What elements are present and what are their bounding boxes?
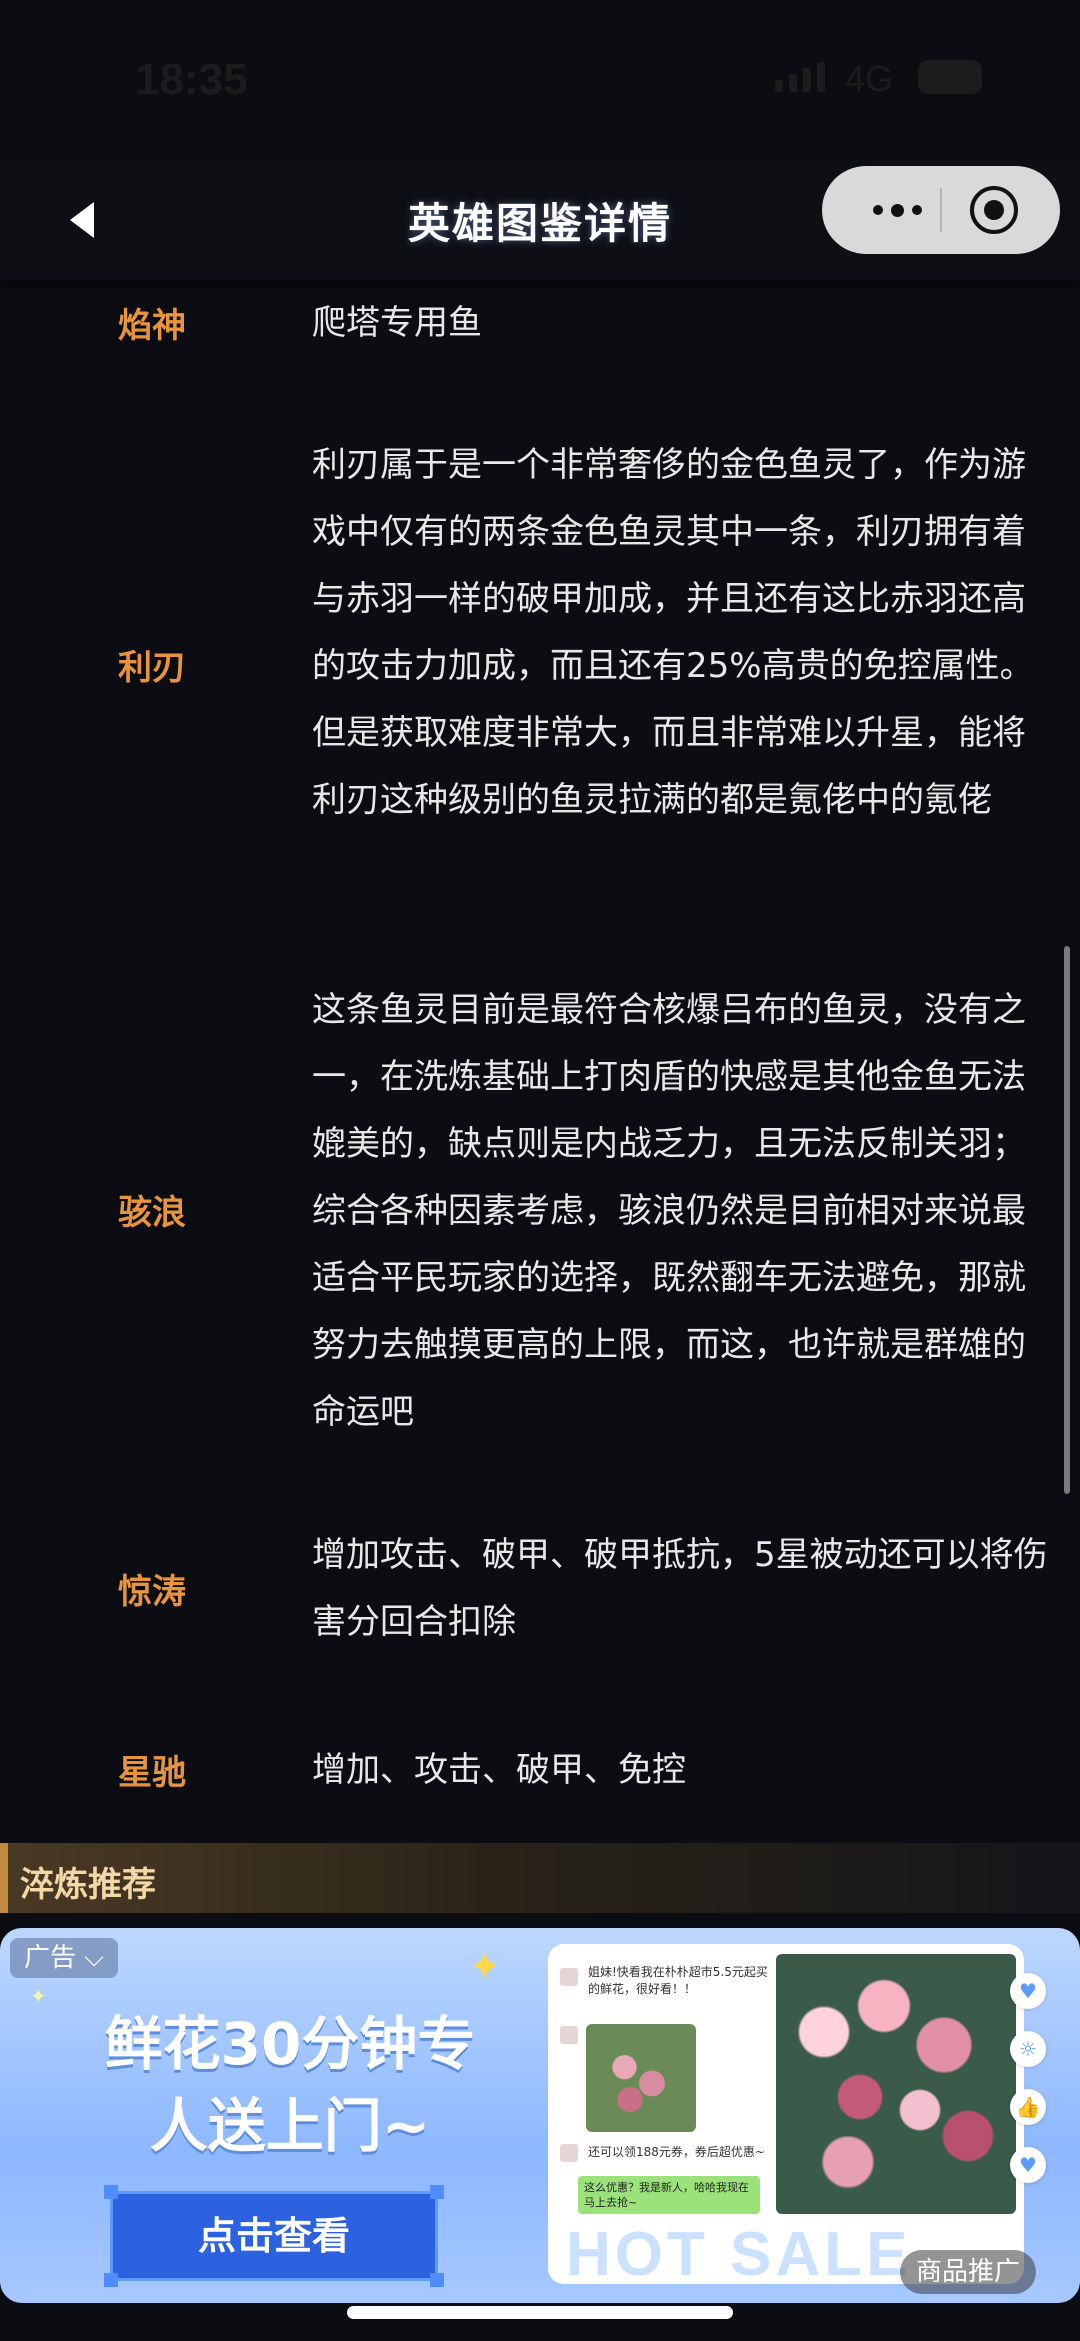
avatar [560,1968,578,1986]
ad-view-button[interactable]: 点击查看 [104,2185,444,2287]
heart-icon: ♥ [1010,1973,1046,2009]
fish-name: 利刃 [118,648,186,688]
fish-description: 这条鱼灵目前是最符合核爆吕布的鱼灵，没有之一，在洗炼基础上打肉盾的快感是其他金鱼… [312,990,1026,1432]
heart-icon: ♥ [1010,2147,1046,2183]
fish-description: 增加、攻击、破甲、免控 [312,1750,686,1790]
section-accent-bar [0,1843,8,1913]
battery-icon [918,60,982,94]
signal-icon [775,62,825,92]
status-bar: 18:35 4G [0,0,1080,160]
chat-reply: 这么优惠？我是新人，哈哈我现在马上去抢~ [578,2176,760,2214]
close-miniprogram-icon[interactable] [970,186,1018,234]
ad-headline-line1: 鲜花30分钟专 [104,2010,476,2078]
capsule-divider [940,188,942,232]
ad-side-icons: ♥ ☼ 👍 ♥ [1010,1973,1060,2205]
promo-badge: 商品推广 [900,2250,1037,2294]
chat-message: 姐妹!快看我在朴朴超市5.5元起买的鲜花，很好看！！ [588,1965,768,1996]
scrollbar[interactable] [1064,946,1070,1494]
flower-photo [776,1954,1016,2214]
nav-bar: 英雄图鉴详情 [0,160,1080,280]
miniprogram-capsule [822,166,1060,254]
hot-sale-watermark: HOT SALE [566,2220,912,2284]
fish-description: 增加攻击、破甲、破甲抵抗，5星被动还可以将伤害分回合扣除 [312,1535,1048,1642]
ad-banner[interactable]: 广告 ⌵ ✦ ✦ 鲜花30分钟专 人送上门~ 点击查看 姐妹!快看我在朴朴超市5… [0,1928,1080,2303]
ad-headline-line2: 人送上门~ [149,2092,431,2160]
sparkle-icon: ✦ [468,1944,502,1990]
flower-thumbnail [586,2024,696,2132]
network-label: 4G [845,58,894,99]
fish-name: 惊涛 [118,1572,186,1612]
fish-name: 星驰 [118,1753,186,1793]
ad-view-button-label: 点击查看 [197,2214,350,2258]
fish-description: 爬塔专用鱼 [312,303,482,343]
home-indicator[interactable] [347,2306,733,2319]
avatar [560,2026,578,2044]
chat-message: 还可以领188元券，券后超优惠~ [588,2145,765,2159]
section-header: 淬炼推荐 [0,1843,1080,1913]
more-icon[interactable] [852,166,942,254]
section-title: 淬炼推荐 [20,1865,156,1905]
fish-description: 利刃属于是一个非常奢侈的金色鱼灵了，作为游戏中仅有的两条金色鱼灵其中一条，利刃拥… [312,445,1034,820]
avatar [560,2144,578,2162]
fish-name: 骇浪 [118,1193,186,1233]
ad-product-card: 姐妹!快看我在朴朴超市5.5元起买的鲜花，很好看！！ 还可以领188元券，券后超… [548,1944,1024,2284]
status-time: 18:35 [135,55,248,104]
ad-tag[interactable]: 广告 ⌵ [10,1938,118,1978]
sun-icon: ☼ [1010,2031,1046,2067]
ad-headline: 鲜花30分钟专 人送上门~ [30,2003,550,2167]
thumbs-up-icon: 👍 [1010,2089,1046,2125]
fish-name: 焰神 [118,306,186,346]
